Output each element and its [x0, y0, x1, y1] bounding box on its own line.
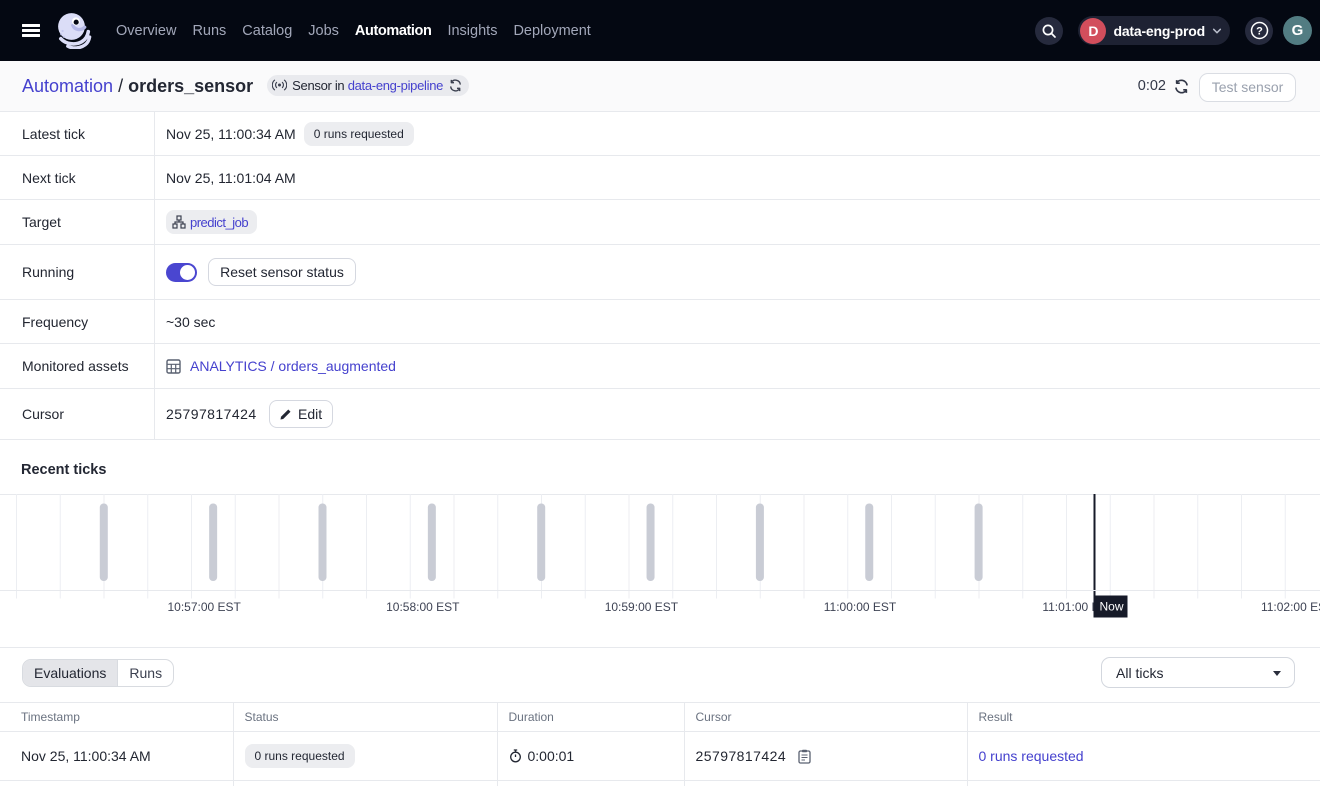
svg-text:Now: Now [1099, 600, 1123, 614]
svg-text:11:00:00 EST: 11:00:00 EST [824, 600, 897, 614]
svg-text:10:58:00 EST: 10:58:00 EST [386, 600, 460, 614]
svg-text:10:57:00 EST: 10:57:00 EST [168, 600, 242, 614]
svg-text:11:02:00 EST: 11:02:00 EST [1261, 600, 1320, 614]
svg-text:?: ? [1256, 25, 1263, 37]
svg-text:10:59:00 EST: 10:59:00 EST [605, 600, 679, 614]
